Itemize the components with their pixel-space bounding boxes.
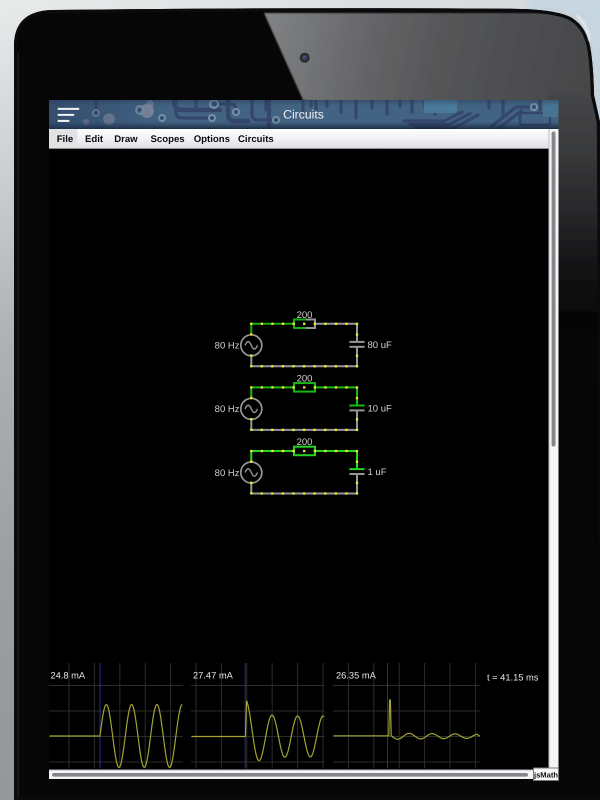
svg-text:jsMath: jsMath [533, 770, 558, 779]
svg-text:1 uF: 1 uF [368, 467, 387, 478]
svg-text:200: 200 [297, 437, 313, 448]
svg-text:Circuits: Circuits [283, 108, 324, 122]
svg-text:24.8 mA: 24.8 mA [51, 671, 86, 681]
svg-text:200: 200 [297, 374, 313, 385]
svg-text:Options: Options [194, 134, 230, 145]
svg-text:Edit: Edit [85, 134, 104, 145]
svg-text:80 Hz: 80 Hz [215, 404, 240, 415]
svg-text:26.35 mA: 26.35 mA [336, 671, 377, 681]
svg-text:27.47 mA: 27.47 mA [193, 671, 234, 681]
svg-text:200: 200 [297, 310, 313, 321]
svg-text:80 Hz: 80 Hz [215, 468, 240, 479]
svg-text:t = 41.15 ms: t = 41.15 ms [487, 673, 539, 683]
svg-text:Circuits: Circuits [238, 134, 274, 145]
svg-text:10 uF: 10 uF [368, 403, 392, 414]
svg-text:80 Hz: 80 Hz [215, 341, 240, 352]
svg-text:Draw: Draw [114, 134, 138, 145]
svg-text:80 uF: 80 uF [368, 340, 392, 351]
svg-text:Scopes: Scopes [151, 134, 185, 145]
svg-text:File: File [57, 134, 74, 145]
